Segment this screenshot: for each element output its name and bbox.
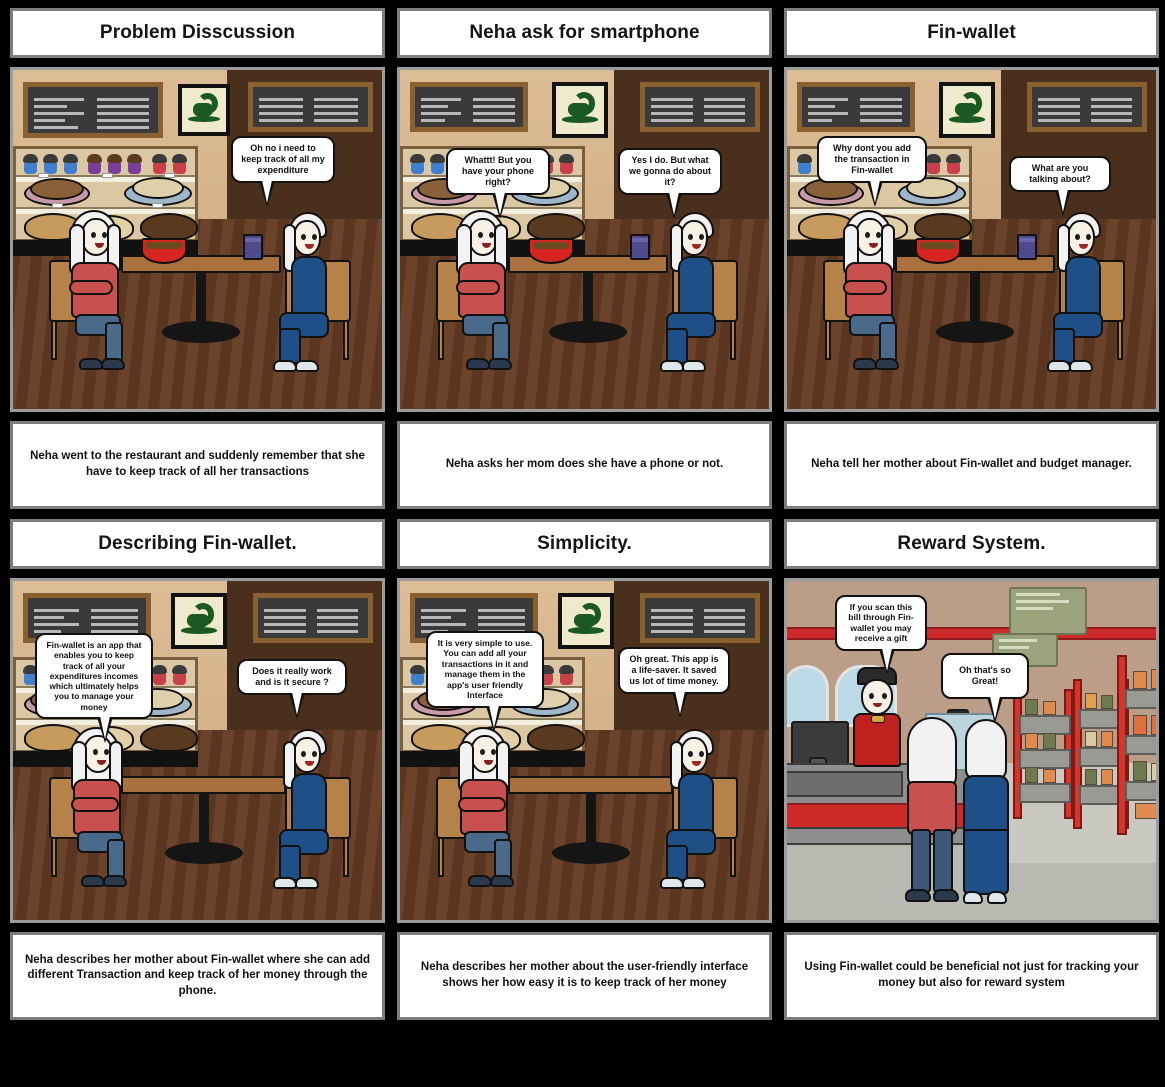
panel-caption-4: Neha describes her mother about Fin-wall… (24, 953, 371, 997)
bubble-neha-4[interactable]: Fin-wallet is an app that enables you to… (35, 633, 153, 743)
bubble-neha-3[interactable]: Why dont you add the transaction in Fin-… (817, 136, 927, 207)
coffee-cup-picture-icon (552, 82, 608, 138)
drink-cup (1017, 234, 1037, 260)
panel-cell-3: Fin-wallet Why dont you add the transact… (784, 8, 1159, 509)
coffee-cup-picture-icon (178, 84, 230, 136)
character-neha (448, 210, 538, 385)
character-neha (835, 210, 925, 385)
supermarket-scene: If you scan this bill through Fin-wallet… (787, 581, 1156, 920)
panel-title-1: Problem Disscussion (99, 22, 296, 43)
coffee-cup-picture-icon (939, 82, 995, 138)
bubble-text: Why dont you add the transaction in Fin-… (833, 143, 911, 175)
bubble-neha-5[interactable]: It is very simple to use. You can add al… (426, 631, 544, 732)
panel-scene-3[interactable]: Why dont you add the transaction in Fin-… (784, 67, 1159, 412)
coffee-cup-picture-icon (558, 593, 614, 649)
storyboard-row-1: Problem Disscussion Oh no i need to keep… (10, 8, 1159, 509)
character-neha (450, 727, 540, 902)
panel-scene-5[interactable]: It is very simple to use. You can add al… (397, 578, 772, 923)
character-mother (265, 212, 355, 387)
panel-caption-6: Using Fin-wallet could be beneficial not… (804, 961, 1139, 989)
panel-title-6: Reward System. (897, 533, 1046, 554)
character-mother (265, 729, 355, 904)
bubble-text: It is very simple to use. You can add al… (437, 638, 533, 701)
bubble-neha-2[interactable]: Whattt! But you have your phone right? (446, 148, 550, 219)
bubble-text: Whattt! But you have your phone right? (461, 155, 534, 187)
drink-cup (243, 234, 263, 260)
character-neha (61, 210, 151, 385)
bubble-mother-3[interactable]: What are you talking about? (1009, 156, 1111, 216)
panel-cell-4: Describing Fin-wallet. Fin-wallet is an … (10, 519, 385, 1020)
panel-caption-5: Neha describes her mother about the user… (420, 961, 749, 989)
panel-cell-1: Problem Disscussion Oh no i need to keep… (10, 8, 385, 509)
drink-cup (630, 234, 650, 260)
panel-title-card-3[interactable]: Fin-wallet (784, 8, 1159, 58)
panel-caption-card-4[interactable]: Neha describes her mother about Fin-wall… (10, 932, 385, 1020)
bubble-text: What are you talking about? (1029, 163, 1091, 184)
bubble-text: If you scan this bill through Fin-wallet… (848, 602, 914, 644)
bubble-mother-5[interactable]: Oh great. This app is a life-saver. It s… (618, 647, 730, 718)
panel-title-4: Describing Fin-wallet. (98, 533, 297, 554)
storefront-window-icon (787, 665, 829, 727)
panel-title-2: Neha ask for smartphone (469, 22, 700, 43)
bubble-text: Oh that's so Great! (959, 665, 1011, 686)
panel-scene-1[interactable]: Oh no i need to keep track of all my exp… (10, 67, 385, 412)
panel-caption-2: Neha asks her mom does she have a phone … (445, 458, 724, 471)
menu-board-right-icon (640, 593, 760, 643)
cafe-scene-4: Fin-wallet is an app that enables you to… (13, 581, 382, 920)
panel-title-card-2[interactable]: Neha ask for smartphone (397, 8, 772, 58)
storyboard-row-2: Describing Fin-wallet. Fin-wallet is an … (10, 519, 1159, 1020)
menu-board-left-icon (797, 82, 915, 132)
cafe-scene-1: Oh no i need to keep track of all my exp… (13, 70, 382, 409)
panel-caption-1: Neha went to the restaurant and suddenly… (30, 450, 365, 478)
panel-scene-4[interactable]: Fin-wallet is an app that enables you to… (10, 578, 385, 923)
bubble-text: Oh no i need to keep track of all my exp… (241, 143, 325, 175)
market-shelf-unit (1117, 655, 1156, 835)
panel-title-card-5[interactable]: Simplicity. (397, 519, 772, 569)
bubble-mother-4[interactable]: Does it really work and is it secure ? (237, 659, 347, 719)
panel-caption-card-6[interactable]: Using Fin-wallet could be beneficial not… (784, 932, 1159, 1020)
storyboard: Problem Disscussion Oh no i need to keep… (0, 0, 1165, 1087)
character-mother (652, 729, 742, 904)
panel-title-5: Simplicity. (537, 533, 632, 554)
name-badge (871, 715, 885, 723)
department-sign-icon (1009, 587, 1087, 635)
bubble-cashier-6[interactable]: If you scan this bill through Fin-wallet… (835, 595, 927, 675)
menu-board-left-icon (410, 82, 528, 132)
character-mother (1039, 212, 1129, 387)
cafe-scene-2: Whattt! But you have your phone right? Y… (400, 70, 769, 409)
panel-scene-2[interactable]: Whattt! But you have your phone right? Y… (397, 67, 772, 412)
cafe-scene-5: It is very simple to use. You can add al… (400, 581, 769, 920)
bubble-neha-1[interactable]: Oh no i need to keep track of all my exp… (231, 136, 335, 207)
panel-title-card-6[interactable]: Reward System. (784, 519, 1159, 569)
coffee-cup-picture-icon (171, 593, 227, 649)
cafe-scene-3: Why dont you add the transaction in Fin-… (787, 70, 1156, 409)
panel-caption-card-5[interactable]: Neha describes her mother about the user… (397, 932, 772, 1020)
panel-title-3: Fin-wallet (927, 22, 1016, 43)
menu-board-right-icon (253, 593, 373, 643)
character-neha (63, 727, 153, 902)
panel-title-card-4[interactable]: Describing Fin-wallet. (10, 519, 385, 569)
menu-board-right-icon (248, 82, 373, 132)
panel-cell-5: Simplicity. It is very simple to use. Yo… (397, 519, 772, 1020)
character-mother (652, 212, 742, 387)
panel-cell-6: Reward System. If you scan this bill thr… (784, 519, 1159, 1020)
menu-board-right-icon (640, 82, 760, 132)
menu-board-left-icon (23, 82, 163, 138)
panel-cell-2: Neha ask for smartphone Whattt! But you … (397, 8, 772, 509)
panel-caption-card-1[interactable]: Neha went to the restaurant and suddenly… (10, 421, 385, 509)
bubble-mother-6[interactable]: Oh that's so Great! (941, 653, 1029, 723)
panel-title-card-1[interactable]: Problem Disscussion (10, 8, 385, 58)
panel-caption-card-2[interactable]: Neha asks her mom does she have a phone … (397, 421, 772, 509)
bubble-text: Fin-wallet is an app that enables you to… (46, 640, 142, 712)
character-mother-back (961, 719, 1041, 909)
panel-caption-card-3[interactable]: Neha tell her mother about Fin-wallet an… (784, 421, 1159, 509)
menu-board-right-icon (1027, 82, 1147, 132)
panel-scene-6[interactable]: If you scan this bill through Fin-wallet… (784, 578, 1159, 923)
bubble-text: Yes I do. But what we gonna do about it? (629, 155, 711, 187)
bubble-mother-2[interactable]: Yes I do. But what we gonna do about it? (618, 148, 722, 219)
bubble-text: Does it really work and is it secure ? (252, 666, 332, 687)
panel-caption-3: Neha tell her mother about Fin-wallet an… (811, 458, 1132, 471)
bubble-text: Oh great. This app is a life-saver. It s… (629, 654, 719, 686)
